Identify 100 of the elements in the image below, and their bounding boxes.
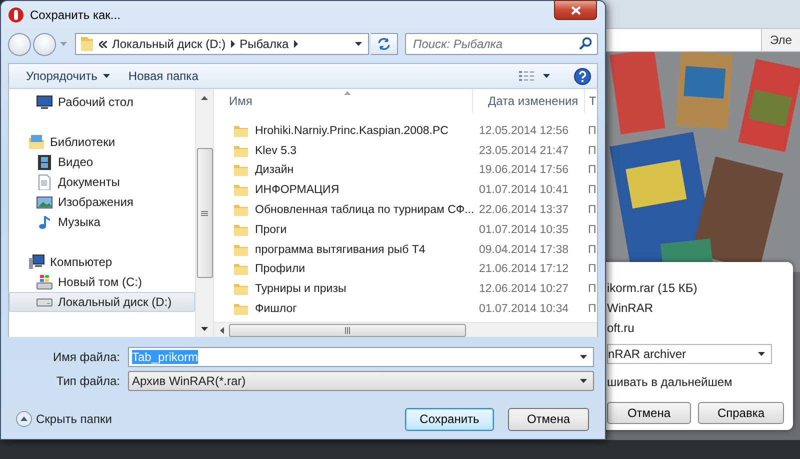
caret-icon[interactable] [355, 42, 362, 46]
app-icon [8, 7, 24, 23]
folder-icon [233, 222, 249, 237]
film-icon [36, 154, 53, 170]
organize-button[interactable]: Упорядочить [17, 66, 120, 86]
search-field[interactable]: Поиск: Рыбалка [405, 33, 598, 55]
refresh-button[interactable] [371, 33, 398, 55]
file-name[interactable]: ИНФОРМАЦИЯ [255, 184, 479, 196]
file-name[interactable]: Hrohiki.Narniy.Princ.Kaspian.2008.PC [255, 124, 479, 137]
window-title: Сохранить как... [30, 8, 120, 22]
folder-icon [80, 36, 94, 52]
back-button[interactable] [8, 32, 31, 56]
close-icon [570, 6, 580, 14]
folder-icon [233, 262, 249, 276]
file-name[interactable]: Фишлог [255, 303, 479, 316]
field-label: Имя файла: [52, 350, 121, 364]
folder-icon [233, 282, 249, 296]
address-bar[interactable]: Локальный диск (D:) Рыбалка [75, 33, 369, 55]
modified-date: 01.07.2014 10:34 [479, 303, 570, 316]
image-icon [36, 194, 53, 210]
close-button[interactable] [554, 0, 597, 20]
sidebar-item[interactable]: Изображения [9, 192, 195, 212]
scroll-up-icon[interactable] [201, 96, 208, 100]
dialog-button[interactable]: Отмена [607, 402, 691, 424]
modified-date: 09.04.2014 17:38 [479, 244, 570, 256]
file-type: П [587, 164, 596, 176]
tab[interactable]: Эле [761, 29, 800, 51]
sidebar-item[interactable]: Документы [9, 172, 195, 192]
breadcrumb[interactable]: Локальный диск (D:) [112, 37, 226, 51]
modified-date: 23.05.2014 21:47 [479, 144, 570, 157]
modified-date: 12.06.2014 10:27 [479, 283, 570, 296]
file-name[interactable]: Проги [255, 224, 479, 236]
folder-icon [233, 183, 249, 198]
modified-date: 01.07.2014 10:41 [479, 184, 570, 196]
scroll-down-icon[interactable] [201, 326, 208, 330]
breadcrumb-arrow-icon[interactable] [230, 40, 235, 48]
file-type: П [587, 244, 596, 256]
sidebar-item[interactable]: Музыка [9, 212, 195, 232]
scrollbar[interactable] [214, 322, 597, 337]
monitor-icon [36, 94, 53, 110]
folder-icon [233, 302, 249, 316]
file-type: П [587, 124, 596, 137]
caret-icon [580, 379, 587, 383]
hide-folders-button[interactable]: Скрыть папки [8, 411, 112, 427]
file-type: П [587, 204, 596, 216]
info-text: WinRAR [607, 300, 654, 317]
computer-icon [28, 254, 45, 270]
sort-arrow-icon [344, 91, 351, 95]
search-icon[interactable] [579, 37, 592, 50]
field-label: Тип файла: [55, 374, 121, 388]
sidebar-item[interactable]: Библиотеки [9, 132, 195, 152]
overflow-chevron-icon [99, 40, 107, 48]
modified-date: 12.05.2014 12:56 [479, 124, 570, 137]
scrollbar[interactable] [195, 89, 214, 337]
sidebar-item[interactable]: Рабочий стол [9, 92, 195, 112]
file-type: П [587, 144, 596, 157]
new-folder-button[interactable]: Новая папка [119, 66, 208, 86]
sidebar-item[interactable]: Новый том (C:) [9, 272, 195, 292]
file-name[interactable]: Профили [255, 263, 479, 276]
dialog-button[interactable]: Отмена [508, 408, 589, 430]
modified-date: 01.07.2014 10:35 [479, 224, 570, 236]
music-note-icon [36, 214, 53, 230]
caret-icon [580, 355, 587, 359]
column-header[interactable]: Дата изменения [473, 89, 585, 113]
file-name[interactable]: Дизайн [255, 164, 479, 176]
collapse-up-icon [16, 411, 32, 427]
file-name[interactable]: Klev 5.3 [255, 144, 479, 157]
help-icon [574, 68, 591, 84]
grip-icon [201, 210, 208, 216]
sidebar-item[interactable]: Локальный диск (D:) [9, 292, 195, 312]
file-name[interactable]: Турниры и призы [255, 283, 479, 296]
modified-date: 19.06.2014 17:56 [479, 164, 570, 176]
breadcrumb[interactable]: Рыбалка [240, 37, 289, 51]
sidebar-item[interactable]: Компьютер [9, 252, 195, 272]
document-icon [36, 174, 53, 190]
info-text: oft.ru [607, 320, 636, 337]
file-name[interactable]: Обновленная таблица по турнирам СФ... [255, 204, 479, 216]
drive-icon [36, 298, 53, 306]
dialog-button[interactable]: Справка [698, 402, 784, 424]
info-text: ikorm.rar (15 КБ) [607, 280, 698, 297]
breadcrumb-arrow-icon[interactable] [294, 40, 298, 48]
folder-icon [233, 124, 249, 138]
folder-icon [233, 203, 249, 218]
library-icon [28, 134, 45, 150]
file-type: П [587, 224, 596, 236]
scroll-left-icon[interactable] [220, 326, 224, 334]
format-dropdown[interactable]: nRAR archiver [607, 344, 772, 364]
folder-icon [233, 242, 249, 257]
caret-icon [758, 352, 765, 356]
dialog-button[interactable]: Сохранить [405, 408, 494, 430]
column-header[interactable]: Т [585, 89, 597, 113]
file-type-dropdown[interactable]: Архив WinRAR(*.rar) [128, 371, 594, 391]
folder-icon [233, 144, 249, 158]
sidebar-item[interactable]: Видео [9, 152, 195, 172]
refresh-icon [377, 38, 391, 50]
file-type: П [587, 263, 596, 276]
help-button[interactable] [574, 68, 591, 84]
file-name[interactable]: программа вытягивания рыб Т4 [255, 244, 479, 256]
forward-button[interactable] [33, 32, 56, 56]
grip-icon [345, 326, 350, 334]
